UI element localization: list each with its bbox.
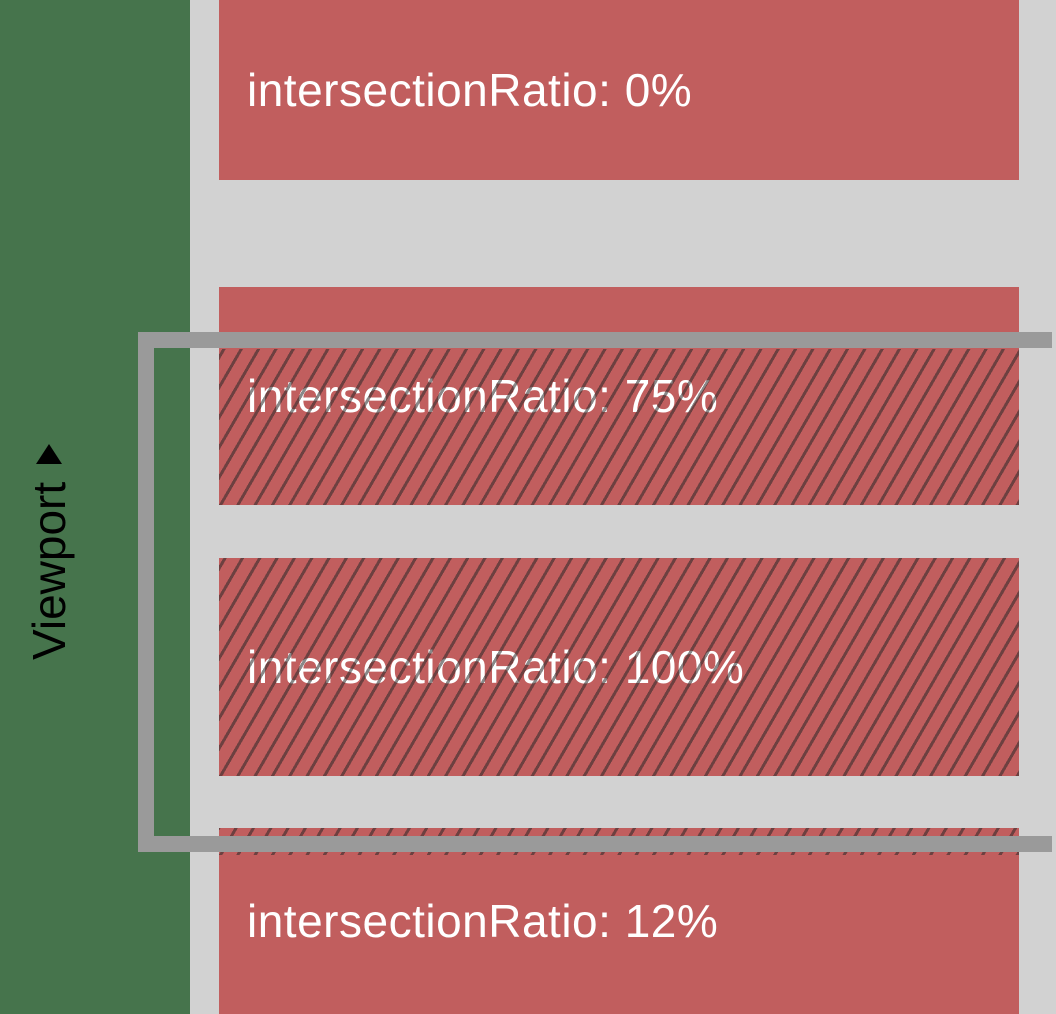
card-label: intersectionRatio: 75% (219, 369, 718, 423)
label-prefix: intersectionRatio: (247, 895, 625, 947)
card-partial-bottom: intersectionRatio: 12% (219, 828, 1019, 1014)
card-partial-top: intersectionRatio: 75% (219, 287, 1019, 505)
label-prefix: intersectionRatio: (247, 370, 625, 422)
label-prefix: intersectionRatio: (247, 64, 625, 116)
ratio-value: 100% (625, 641, 745, 693)
card-label: intersectionRatio: 0% (219, 63, 692, 117)
ratio-value: 75% (625, 370, 719, 422)
scroll-page-column: intersectionRatio: 0% intersectionRatio:… (190, 0, 1056, 1014)
ratio-value: 0% (625, 64, 692, 116)
card-label: intersectionRatio: 100% (219, 640, 744, 694)
arrow-right-icon (36, 444, 62, 464)
diagram-stage: intersectionRatio: 0% intersectionRatio:… (0, 0, 1056, 1014)
card-label: intersectionRatio: 12% (219, 894, 718, 948)
label-prefix: intersectionRatio: (247, 641, 625, 693)
card-fully-visible: intersectionRatio: 100% (219, 558, 1019, 776)
card-above-viewport: intersectionRatio: 0% (219, 0, 1019, 180)
viewport-label-group: Viewport (22, 444, 76, 660)
viewport-label-text: Viewport (22, 482, 76, 660)
ratio-value: 12% (625, 895, 719, 947)
